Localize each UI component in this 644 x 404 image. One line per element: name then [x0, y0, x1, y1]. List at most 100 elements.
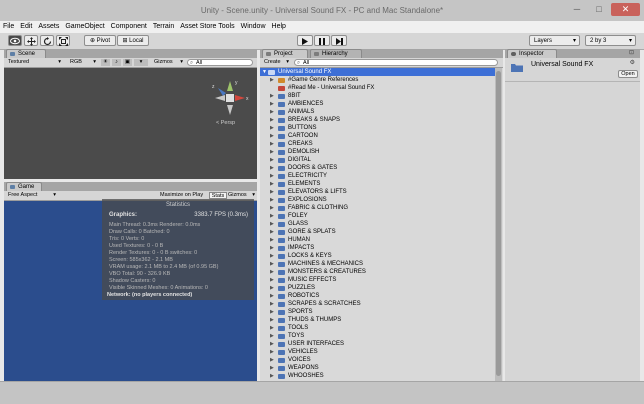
tab-inspector[interactable]: Inspector [507, 49, 557, 58]
tree-folder-item[interactable]: ▶ ELECTRICITY [260, 172, 500, 180]
expand-arrow-icon[interactable]: ▶ [270, 148, 274, 156]
maximize-on-play-toggle[interactable]: Maximize on Play [160, 192, 210, 199]
minimize-button[interactable]: ─ [567, 3, 587, 16]
tree-folder-item[interactable]: ▶ ROBOTICS [260, 292, 500, 300]
project-scrollbar[interactable] [495, 68, 502, 381]
expand-arrow-icon[interactable]: ▶ [270, 252, 274, 260]
tree-folder-item[interactable]: ▶ FOLEY [260, 212, 500, 220]
tree-folder-item[interactable]: ▶ DEMOLISH [260, 148, 500, 156]
tree-folder-item[interactable]: ▶ TOYS [260, 332, 500, 340]
expand-arrow-icon[interactable]: ▶ [270, 276, 274, 284]
tree-folder-item[interactable]: ▶ ELEMENTS [260, 180, 500, 188]
menu-terrain[interactable]: Terrain [150, 21, 177, 33]
expand-arrow-icon[interactable]: ▶ [270, 236, 274, 244]
expand-arrow-icon[interactable]: ▶ [270, 116, 274, 124]
create-dropdown[interactable]: Create ▾ [264, 59, 290, 66]
expand-arrow-icon[interactable]: ▶ [270, 324, 274, 332]
tree-root-item[interactable]: ▼ Universal Sound FX [260, 68, 500, 76]
expand-arrow-icon[interactable]: ▶ [270, 212, 274, 220]
expand-arrow-icon[interactable]: ▶ [270, 140, 274, 148]
expand-arrow-icon[interactable]: ▶ [270, 164, 274, 172]
scene-gizmos-dropdown[interactable]: Gizmos ▾ [154, 59, 184, 66]
expand-arrow-icon[interactable]: ▶ [270, 284, 274, 292]
step-button[interactable] [331, 35, 347, 46]
expand-arrow-icon[interactable]: ▶ [270, 244, 274, 252]
project-scrollbar-thumb[interactable] [496, 71, 501, 376]
tree-folder-item[interactable]: ▶ IMPACTS [260, 244, 500, 252]
tab-game[interactable]: Game [6, 182, 42, 191]
lighting-toggle[interactable]: ☀ [101, 59, 110, 66]
tree-folder-item[interactable]: ▶ ELEVATORS & LIFTS [260, 188, 500, 196]
menu-assets[interactable]: Assets [35, 21, 62, 33]
tab-project[interactable]: Project [262, 49, 308, 58]
tree-folder-item[interactable]: ▶ PUZZLES [260, 284, 500, 292]
tree-folder-item[interactable]: ▶ WHOOSHES [260, 372, 500, 380]
game-gizmos-dropdown[interactable]: Gizmos ▾ [228, 192, 256, 199]
scene-orientation-gizmo[interactable]: y x z [210, 78, 250, 118]
tree-folder-item[interactable]: ▶ WEAPONS [260, 364, 500, 372]
expand-arrow-icon[interactable]: ▶ [270, 228, 274, 236]
tree-folder-item[interactable]: ▶ TOOLS [260, 324, 500, 332]
tree-folder-item[interactable]: ▶ GLASS [260, 220, 500, 228]
expand-arrow-icon[interactable]: ▶ [270, 260, 274, 268]
expand-arrow-icon[interactable]: ▶ [270, 188, 274, 196]
menu-edit[interactable]: Edit [17, 21, 35, 33]
stats-toggle[interactable]: Stats [209, 192, 227, 199]
expand-arrow-icon[interactable]: ▶ [270, 100, 274, 108]
pause-button[interactable] [314, 35, 330, 46]
tree-folder-item[interactable]: ▶ MONSTERS & CREATURES [260, 268, 500, 276]
effects-toggle[interactable]: ▣ [123, 59, 132, 66]
tree-folder-item[interactable]: ▶ THUDS & THUMPS [260, 316, 500, 324]
expand-arrow-icon[interactable]: ▶ [270, 220, 274, 228]
layout-dropdown[interactable]: 2 by 3 ▾ [585, 35, 636, 46]
tree-file-item[interactable]: ▶ #Game Genre References [260, 76, 500, 84]
tree-folder-item[interactable]: ▶ SCRAPES & SCRATCHES [260, 300, 500, 308]
close-button[interactable]: ✕ [611, 3, 640, 16]
expand-arrow-icon[interactable]: ▶ [270, 308, 274, 316]
tree-folder-item[interactable]: ▶ SPORTS [260, 308, 500, 316]
expand-arrow-icon[interactable]: ▶ [270, 356, 274, 364]
move-tool-button[interactable] [24, 35, 38, 46]
tree-folder-item[interactable]: ▶ DOORS & GATES [260, 164, 500, 172]
expand-arrow-icon[interactable]: ▶ [270, 292, 274, 300]
expand-arrow-icon[interactable]: ▶ [270, 172, 274, 180]
local-toggle[interactable]: ⊞ Local [117, 35, 149, 46]
pivot-toggle[interactable]: ⊕ Pivot [84, 35, 116, 46]
tree-folder-item[interactable]: ▶ BUTTONS [260, 124, 500, 132]
tree-folder-item[interactable]: ▶ DIGITAL [260, 156, 500, 164]
layers-dropdown[interactable]: Layers ▾ [529, 35, 580, 46]
scene-search-input[interactable]: ⌕ All [187, 59, 253, 66]
expand-arrow-icon[interactable]: ▶ [270, 268, 274, 276]
audio-toggle[interactable]: ♪ [112, 59, 121, 66]
tree-folder-item[interactable]: ▶ EXPLOSIONS [260, 196, 500, 204]
expand-arrow-icon[interactable]: ▶ [270, 92, 274, 100]
aspect-dropdown[interactable]: Free Aspect ▾ [8, 192, 58, 199]
tree-folder-item[interactable]: ▶ VEHICLES [260, 348, 500, 356]
tree-folder-item[interactable]: ▶ MACHINES & MECHANICS [260, 260, 500, 268]
menu-gameobject[interactable]: GameObject [62, 21, 107, 33]
tree-folder-item[interactable]: ▶ FABRIC & CLOTHING [260, 204, 500, 212]
expand-arrow-icon[interactable]: ▶ [270, 180, 274, 188]
maximize-button[interactable]: □ [589, 3, 609, 16]
menu-component[interactable]: Component [108, 21, 150, 33]
project-search-input[interactable]: ⌕ All [294, 59, 498, 66]
tree-folder-item[interactable]: ▶ CARTOON [260, 132, 500, 140]
menu-window[interactable]: Window [238, 21, 269, 33]
tree-folder-item[interactable]: ▶ ANIMALS [260, 108, 500, 116]
expand-arrow-icon[interactable]: ▶ [270, 204, 274, 212]
settings-gear-icon[interactable]: ⚙ [630, 59, 635, 66]
expand-arrow-icon[interactable]: ▶ [270, 348, 274, 356]
tab-scene[interactable]: Scene [6, 49, 46, 58]
menu-asset-store-tools[interactable]: Asset Store Tools [177, 21, 237, 33]
hand-tool-button[interactable] [8, 35, 22, 46]
tree-folder-item[interactable]: ▶ BREAKS & SNAPS [260, 116, 500, 124]
shading-mode-dropdown[interactable]: Textured ▾ [8, 59, 63, 66]
expand-arrow-icon[interactable]: ▶ [270, 364, 274, 372]
lock-icon[interactable]: ⊡ [629, 49, 634, 56]
tab-hierarchy[interactable]: Hierarchy [310, 49, 362, 58]
tree-folder-item[interactable]: ▶ VOICES [260, 356, 500, 364]
scale-tool-button[interactable] [56, 35, 70, 46]
tree-file-item[interactable]: #Read Me - Universal Sound FX [260, 84, 500, 92]
tree-folder-item[interactable]: ▶ CREAKS [260, 140, 500, 148]
tree-folder-item[interactable]: ▶ AMBIENCES [260, 100, 500, 108]
